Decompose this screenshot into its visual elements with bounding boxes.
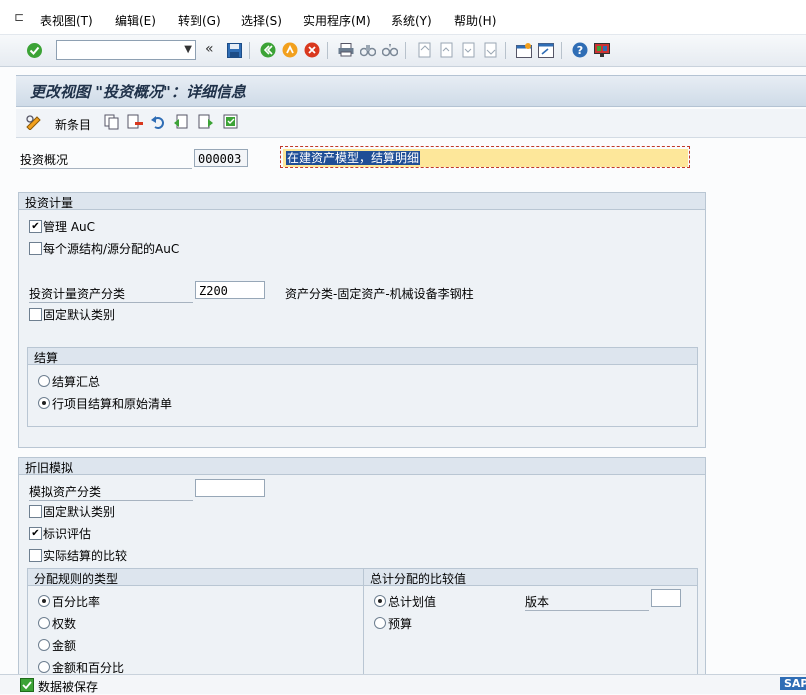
select-all-icon[interactable] [222, 113, 240, 131]
measure-asset-class-label: 投资计量资产分类 [29, 285, 193, 303]
alloc-amount-radio[interactable] [38, 639, 50, 651]
chevron-down-icon[interactable]: ▼ [184, 44, 192, 55]
shortcut-icon[interactable] [537, 41, 555, 59]
total-compare-header: 总计分配的比较值 [364, 569, 697, 586]
new-entries-button[interactable]: 新条目 [55, 116, 91, 133]
previous-page-icon[interactable] [437, 41, 455, 59]
manage-auc-label: 管理 AuC [43, 220, 96, 234]
status-bar: 数据被保存 SAP [0, 674, 806, 694]
sim-asset-class-field[interactable] [195, 479, 265, 497]
actual-compare-label: 实际结算的比较 [43, 549, 128, 563]
settlement-header: 结算 [28, 348, 697, 365]
total-plan-label: 总计划值 [388, 595, 437, 609]
total-compare-title: 总计分配的比较值 [370, 572, 467, 586]
measure-fixed-default-checkbox[interactable] [29, 308, 42, 321]
customize-layout-icon[interactable] [593, 41, 611, 59]
next-entry-icon[interactable] [197, 113, 215, 131]
sim-fixed-default-checkbox[interactable] [29, 505, 42, 518]
total-compare-group: 总计分配的比较值 总计划值 预算 版本 [363, 568, 698, 679]
auc-per-source-checkbox[interactable] [29, 242, 42, 255]
budget-label: 预算 [388, 617, 413, 631]
settlement-line-item-radio[interactable] [38, 397, 50, 409]
help-icon[interactable]: ? [571, 41, 589, 59]
investment-measure-header: 投资计量 [19, 193, 705, 210]
alloc-type-group: 分配规则的类型 百分比率 权数 金额 金额和百分比 [27, 568, 365, 679]
command-field[interactable]: ▼ [56, 40, 196, 60]
sim-fixed-default-label: 固定默认类别 [43, 505, 116, 519]
menu-toggle-icon[interactable]: ⊏ [14, 10, 24, 24]
copy-icon[interactable] [103, 113, 121, 131]
page-title: 更改视图 "投资概况"：详细信息 [30, 83, 246, 101]
menu-selection[interactable]: 选择(S) [241, 12, 282, 29]
success-icon [20, 678, 34, 692]
standard-toolbar: ▼ « ? [0, 35, 806, 67]
total-plan-radio[interactable] [374, 595, 386, 607]
find-next-icon[interactable] [381, 41, 399, 59]
settlement-line-item-label: 行项目结算和原始清单 [52, 397, 173, 411]
menu-help[interactable]: 帮助(H) [454, 12, 496, 29]
settlement-summary-radio[interactable] [38, 375, 50, 387]
measure-fixed-default-label: 固定默认类别 [43, 308, 116, 322]
manage-auc-checkbox[interactable]: ✔ [29, 220, 42, 233]
display-change-icon[interactable] [25, 113, 43, 131]
settlement-summary-label: 结算汇总 [52, 375, 101, 389]
settlement-title: 结算 [34, 351, 59, 365]
svg-text:?: ? [577, 44, 583, 57]
title-bar: 更改视图 "投资概况"：详细信息 [16, 75, 806, 107]
alloc-percentage-radio[interactable] [38, 595, 50, 607]
menu-bar: ⊏ 表视图(T) 编辑(E) 转到(G) 选择(S) 实用程序(M) 系统(Y)… [0, 0, 806, 35]
menu-utilities[interactable]: 实用程序(M) [303, 12, 371, 29]
application-toolbar: 新条目 [16, 109, 806, 138]
back-icon[interactable] [259, 41, 277, 59]
investment-profile-label: 投资概况 [20, 151, 192, 169]
alloc-type-header: 分配规则的类型 [28, 569, 364, 586]
previous-entry-icon[interactable] [172, 113, 190, 131]
description-selected-text: 在建资产模型，结算明细 [286, 151, 421, 165]
sap-logo: SAP [780, 677, 806, 690]
alloc-amount-percentage-radio[interactable] [38, 661, 50, 673]
investment-measure-group: 投资计量 ✔ 管理 AuC 每个源结构/源分配的AuC 投资计量资产分类 Z20… [18, 192, 706, 448]
exit-icon[interactable] [281, 41, 299, 59]
save-icon[interactable] [225, 41, 243, 59]
alloc-percentage-label: 百分比率 [52, 595, 101, 609]
investment-measure-title: 投资计量 [25, 196, 74, 210]
status-message[interactable]: 数据被保存 [38, 678, 98, 695]
nav-back-icon[interactable]: « [205, 41, 214, 57]
first-page-icon[interactable] [415, 41, 433, 59]
enter-check-icon[interactable] [25, 41, 43, 59]
print-icon[interactable] [337, 41, 355, 59]
auc-per-source-label: 每个源结构/源分配的AuC [43, 242, 180, 256]
alloc-amount-label: 金额 [52, 639, 77, 653]
measure-asset-class-text: 资产分类-固定资产-机械设备李钢柱 [285, 287, 474, 301]
investment-profile-field[interactable]: 000003 [194, 149, 248, 167]
profile-description-field[interactable]: 在建资产模型，结算明细 [283, 149, 688, 167]
settlement-group: 结算 结算汇总 行项目结算和原始清单 [27, 347, 698, 427]
menu-system[interactable]: 系统(Y) [391, 12, 432, 29]
delete-icon[interactable] [126, 113, 144, 131]
depreciation-simulation-group: 折旧模拟 模拟资产分类 固定默认类别 ✔ 标识评估 实际结算的比较 分配规则的类… [18, 457, 706, 679]
new-session-icon[interactable] [515, 41, 533, 59]
alloc-weight-radio[interactable] [38, 617, 50, 629]
depreciation-simulation-title: 折旧模拟 [25, 461, 74, 475]
budget-radio[interactable] [374, 617, 386, 629]
alloc-weight-label: 权数 [52, 617, 77, 631]
indicator-checkbox[interactable]: ✔ [29, 527, 42, 540]
undo-icon[interactable] [149, 113, 167, 131]
actual-compare-checkbox[interactable] [29, 549, 42, 562]
cancel-icon[interactable] [303, 41, 321, 59]
version-label: 版本 [525, 593, 649, 611]
version-field[interactable] [651, 589, 681, 607]
menu-table-view[interactable]: 表视图(T) [40, 12, 93, 29]
alloc-type-title: 分配规则的类型 [34, 572, 119, 586]
menu-goto[interactable]: 转到(G) [178, 12, 221, 29]
sim-asset-class-label: 模拟资产分类 [29, 483, 193, 501]
menu-edit[interactable]: 编辑(E) [115, 12, 156, 29]
next-page-icon[interactable] [459, 41, 477, 59]
find-icon[interactable] [359, 41, 377, 59]
last-page-icon[interactable] [481, 41, 499, 59]
measure-asset-class-field[interactable]: Z200 [195, 281, 265, 299]
depreciation-simulation-header: 折旧模拟 [19, 458, 705, 475]
indicator-label: 标识评估 [43, 527, 92, 541]
